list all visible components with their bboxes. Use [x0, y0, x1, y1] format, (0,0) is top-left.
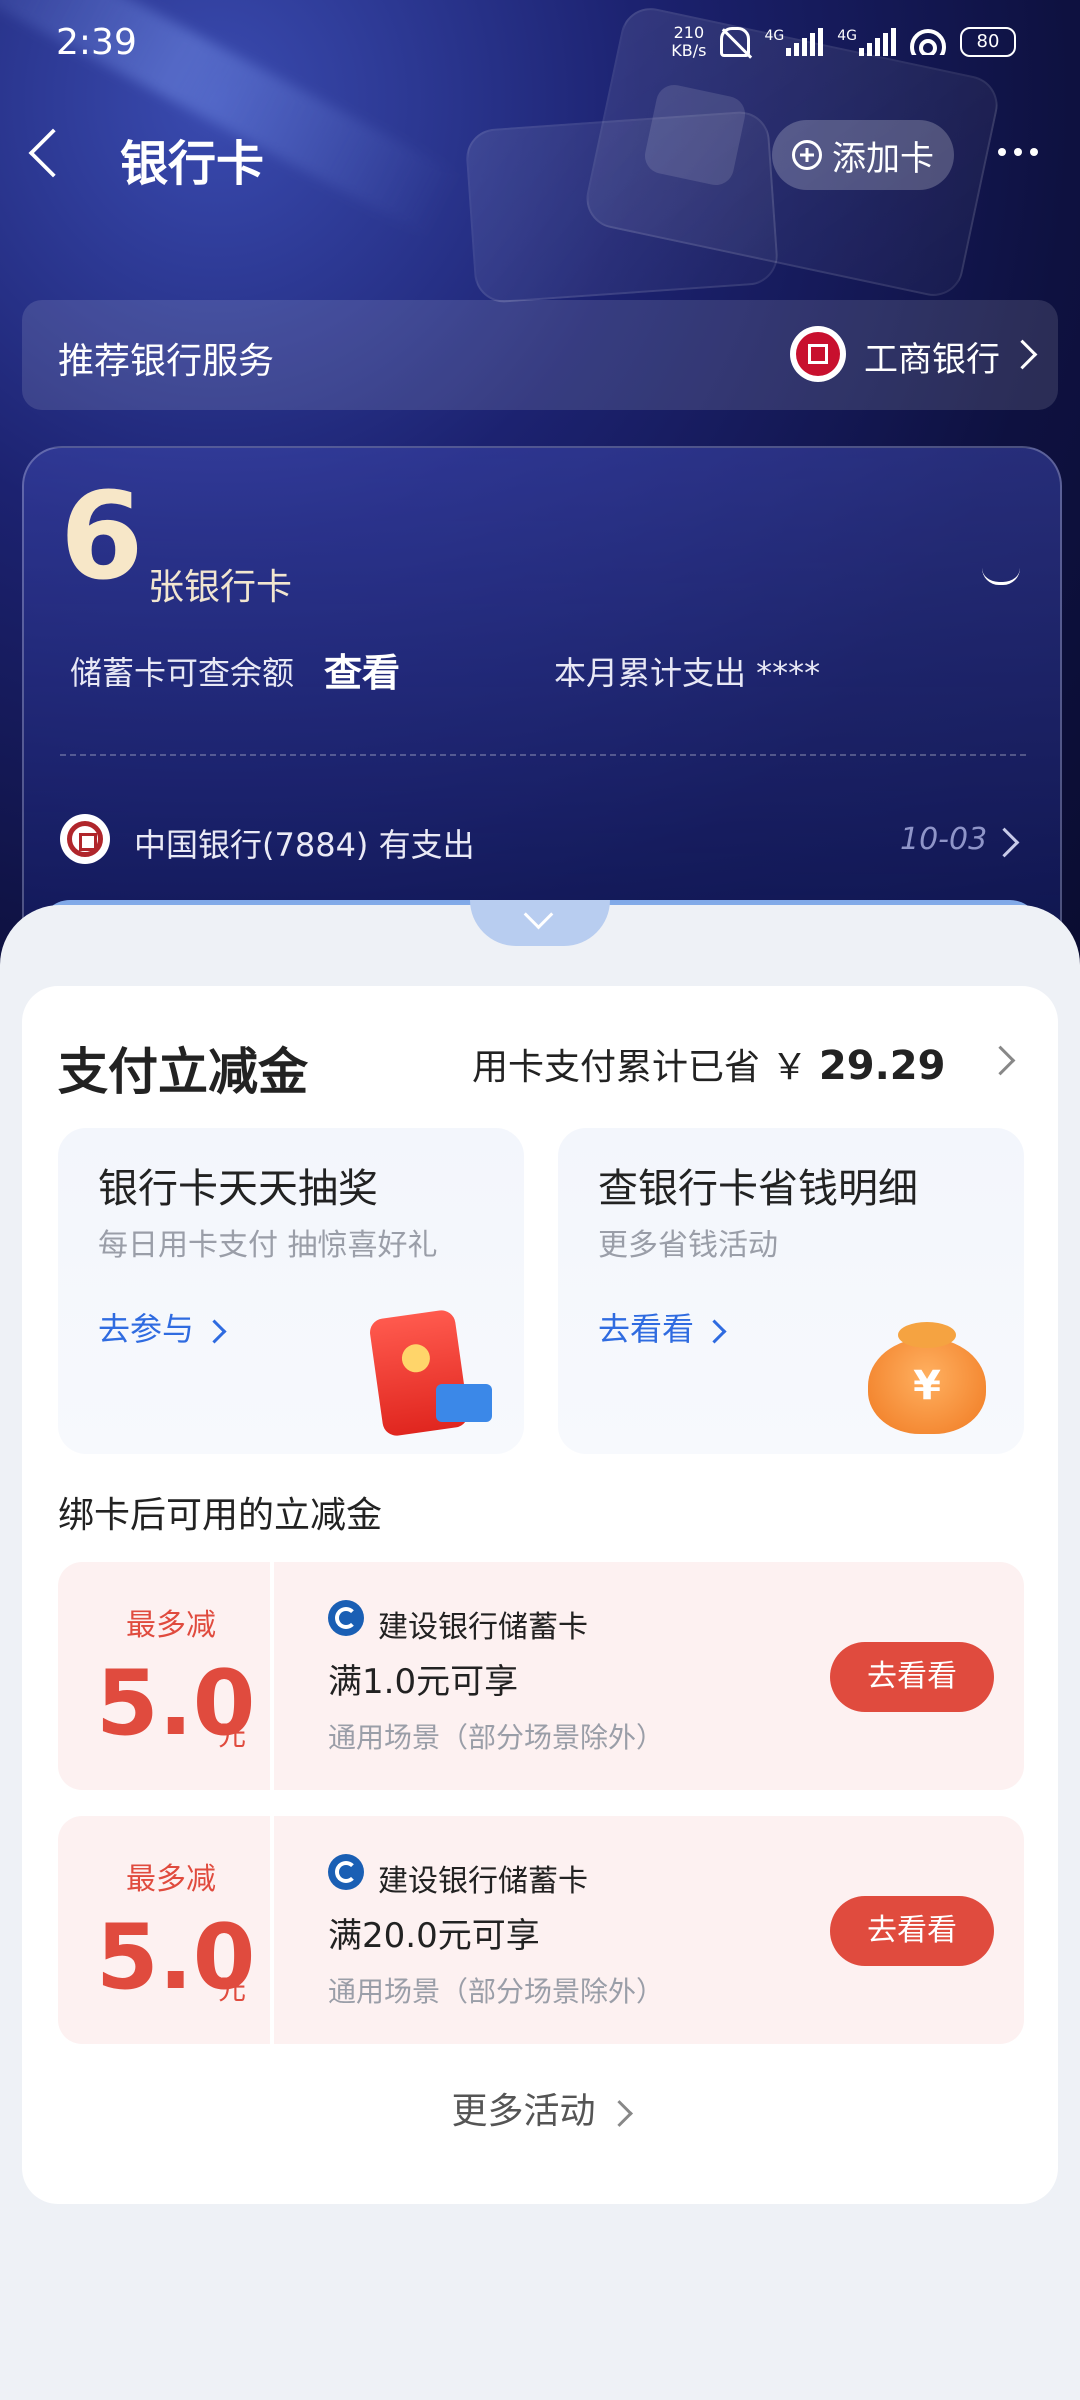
coupon-scope: 通用场景（部分场景除外） [328, 1721, 665, 1754]
promo-subtitle: 更多省钱活动 [598, 1228, 778, 1263]
saved-total[interactable]: 用卡支付累计已省 ￥ 29.29 [472, 1038, 945, 1090]
signal-sim1-icon: 4G [764, 28, 824, 56]
app-header: 银行卡 添加卡 [0, 110, 1080, 200]
money-bag-icon: ¥ [868, 1322, 986, 1434]
coupon-action-button[interactable]: 去看看 [830, 1896, 994, 1966]
mute-bell-icon [720, 27, 753, 59]
monthly-spend: 本月累计支出 **** [554, 654, 821, 692]
coupon-amount-panel: 最多减 5.0 元 [58, 1562, 274, 1790]
more-activities-link[interactable]: 更多活动 [22, 2082, 1058, 2134]
discount-panel: 支付立减金 用卡支付累计已省 ￥ 29.29 银行卡天天抽奖 每日用卡支付 抽惊… [22, 986, 1058, 2204]
back-arrow-icon[interactable] [28, 128, 78, 178]
status-bar: 2:39 210 KB/s 4G 4G 80 [0, 0, 1080, 90]
plus-icon [792, 140, 822, 170]
hide-eye-icon[interactable] [982, 568, 1020, 585]
coupon-bank: 建设银行储蓄卡 [378, 1610, 588, 1645]
coupon-card[interactable]: 最多减 5.0 元 建设银行储蓄卡 满1.0元可享 通用场景（部分场景除外） 去… [58, 1562, 1024, 1790]
more-options-icon[interactable] [998, 148, 1038, 156]
battery-icon: 80 [960, 27, 1016, 57]
card-count-label: 张银行卡 [148, 567, 293, 608]
icbc-logo-icon [790, 326, 846, 382]
recommended-bank-service[interactable]: 推荐银行服务 工商银行 [22, 300, 1058, 410]
signal-sim2-icon: 4G [837, 28, 896, 56]
promo-card-savings[interactable]: 查银行卡省钱明细 更多省钱活动 去看看 ¥ [558, 1128, 1024, 1454]
card-count: 6 [60, 468, 144, 607]
coupon-action-button[interactable]: 去看看 [830, 1642, 994, 1712]
coupon-max-label: 最多减 [126, 1608, 216, 1643]
coupon-unit: 元 [218, 1973, 247, 2006]
coupon-amount-panel: 最多减 5.0 元 [58, 1816, 274, 2044]
recommend-bank-name: 工商银行 [864, 340, 1000, 380]
transaction-date: 10-03 [900, 822, 988, 857]
chevron-right-icon[interactable] [989, 827, 1020, 858]
coupon-max-label: 最多减 [126, 1862, 216, 1897]
boc-logo-icon [60, 814, 110, 864]
coupon-unit: 元 [218, 1719, 247, 1752]
discount-title: 支付立减金 [58, 1043, 308, 1101]
divider [60, 754, 1026, 756]
chevron-right-icon [702, 1318, 727, 1344]
promo-title: 银行卡天天抽奖 [98, 1166, 378, 1212]
add-card-button[interactable]: 添加卡 [772, 120, 954, 190]
view-balance-link[interactable]: 查看 [324, 642, 400, 697]
page-title: 银行卡 [120, 136, 265, 192]
status-icons: 210 KB/s 4G 4G 80 [671, 24, 1016, 60]
coupon-condition: 满1.0元可享 [328, 1662, 519, 1702]
balance-label: 储蓄卡可查余额 [70, 654, 295, 692]
coupon-condition: 满20.0元可享 [328, 1916, 540, 1956]
card-summary-panel: 6 张银行卡 储蓄卡可查余额 查看 本月累计支出 **** 中国银行(7884)… [22, 446, 1062, 970]
transaction-notice[interactable]: 中国银行(7884) 有支出 [134, 820, 475, 866]
ccb-logo-icon [328, 1600, 364, 1636]
ccb-logo-icon [328, 1854, 364, 1890]
wifi-icon [910, 29, 946, 55]
coupon-scope: 通用场景（部分场景除外） [328, 1975, 665, 2008]
promo-link[interactable]: 去看看 [598, 1304, 727, 1350]
add-card-label: 添加卡 [832, 138, 934, 179]
coupon-card[interactable]: 最多减 5.0 元 建设银行储蓄卡 满20.0元可享 通用场景（部分场景除外） … [58, 1816, 1024, 2044]
network-speed: 210 KB/s [671, 23, 707, 60]
chevron-right-icon[interactable] [985, 1045, 1016, 1076]
chevron-right-icon [1007, 339, 1038, 370]
recommend-label: 推荐银行服务 [58, 341, 275, 382]
bank-card-icon [436, 1384, 492, 1422]
coupon-bank: 建设银行储蓄卡 [378, 1864, 588, 1899]
promo-card-lottery[interactable]: 银行卡天天抽奖 每日用卡支付 抽惊喜好礼 去参与 [58, 1128, 524, 1454]
saved-amount: 29.29 [818, 1043, 946, 1089]
chevron-right-icon [605, 2099, 633, 2127]
status-time: 2:39 [56, 22, 137, 63]
promo-title: 查银行卡省钱明细 [598, 1166, 918, 1212]
promo-subtitle: 每日用卡支付 抽惊喜好礼 [98, 1228, 438, 1263]
promo-link[interactable]: 去参与 [98, 1304, 227, 1350]
section-title: 绑卡后可用的立减金 [58, 1495, 383, 1536]
chevron-right-icon [202, 1318, 227, 1344]
